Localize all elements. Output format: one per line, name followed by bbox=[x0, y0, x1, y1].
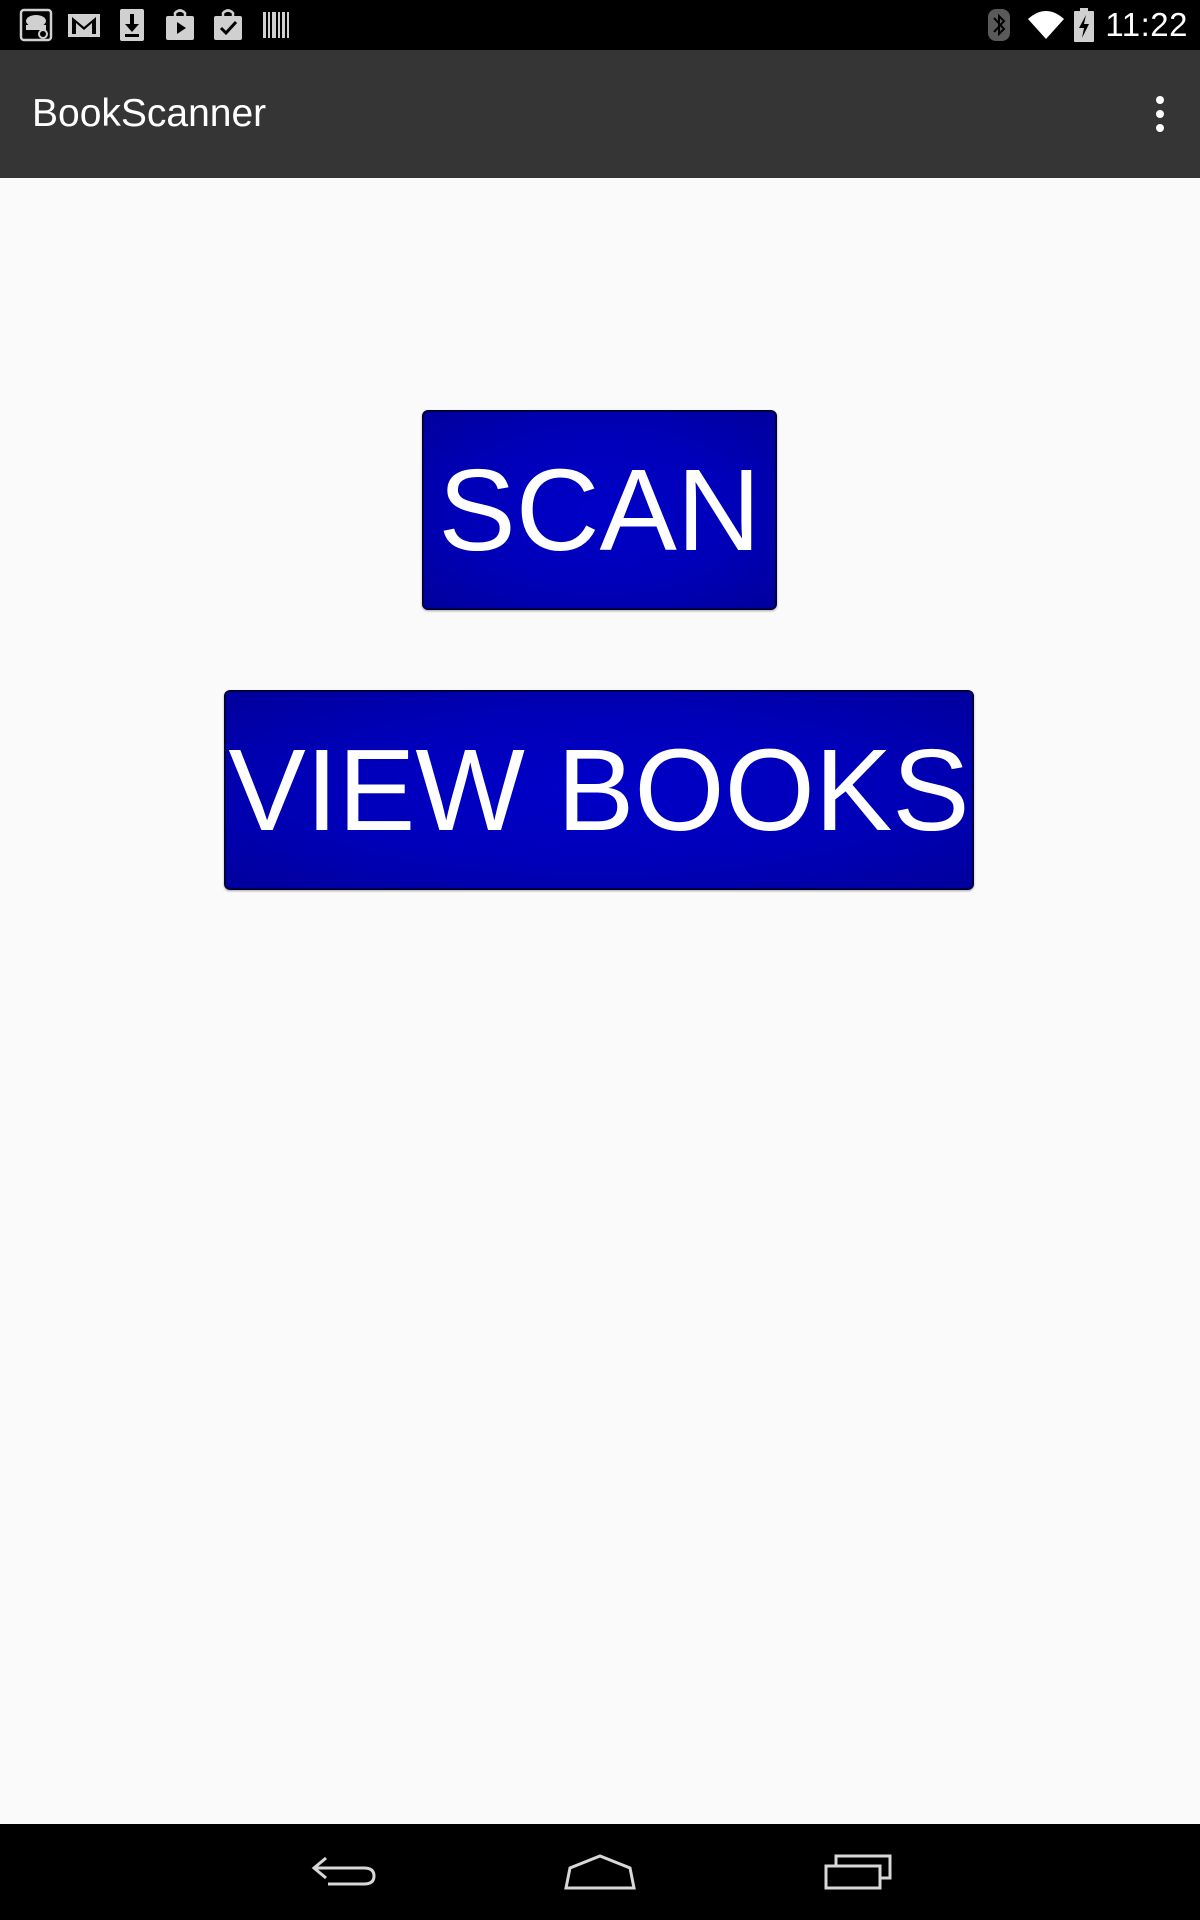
back-icon bbox=[311, 1856, 376, 1886]
battery-charging-icon bbox=[1074, 8, 1094, 42]
launcher-icon bbox=[19, 8, 53, 42]
wifi-icon bbox=[1028, 11, 1064, 39]
view-books-button[interactable]: VIEW BOOKS bbox=[224, 690, 974, 890]
status-clock: 11:22 bbox=[1105, 6, 1188, 43]
play-store-icon bbox=[166, 9, 194, 40]
gmail-icon bbox=[68, 14, 100, 37]
action-bar: BookScanner bbox=[0, 50, 1200, 178]
scan-button[interactable]: SCAN bbox=[422, 410, 777, 610]
app-title: BookScanner bbox=[32, 92, 267, 135]
status-bar: 11:22 bbox=[0, 0, 1200, 50]
recents-icon bbox=[824, 1854, 892, 1890]
download-icon bbox=[120, 9, 144, 41]
home-button[interactable] bbox=[540, 1842, 660, 1902]
more-vert-icon bbox=[1156, 93, 1164, 135]
main-content: SCAN VIEW BOOKS bbox=[0, 178, 1200, 1824]
back-button[interactable] bbox=[284, 1842, 404, 1902]
recents-button[interactable] bbox=[798, 1842, 918, 1902]
bluetooth-icon bbox=[988, 9, 1010, 41]
overflow-menu-button[interactable] bbox=[1140, 84, 1180, 144]
navigation-bar bbox=[0, 1824, 1200, 1920]
barcode-icon bbox=[263, 12, 289, 38]
store-update-icon bbox=[214, 9, 242, 40]
home-icon bbox=[564, 1854, 636, 1890]
